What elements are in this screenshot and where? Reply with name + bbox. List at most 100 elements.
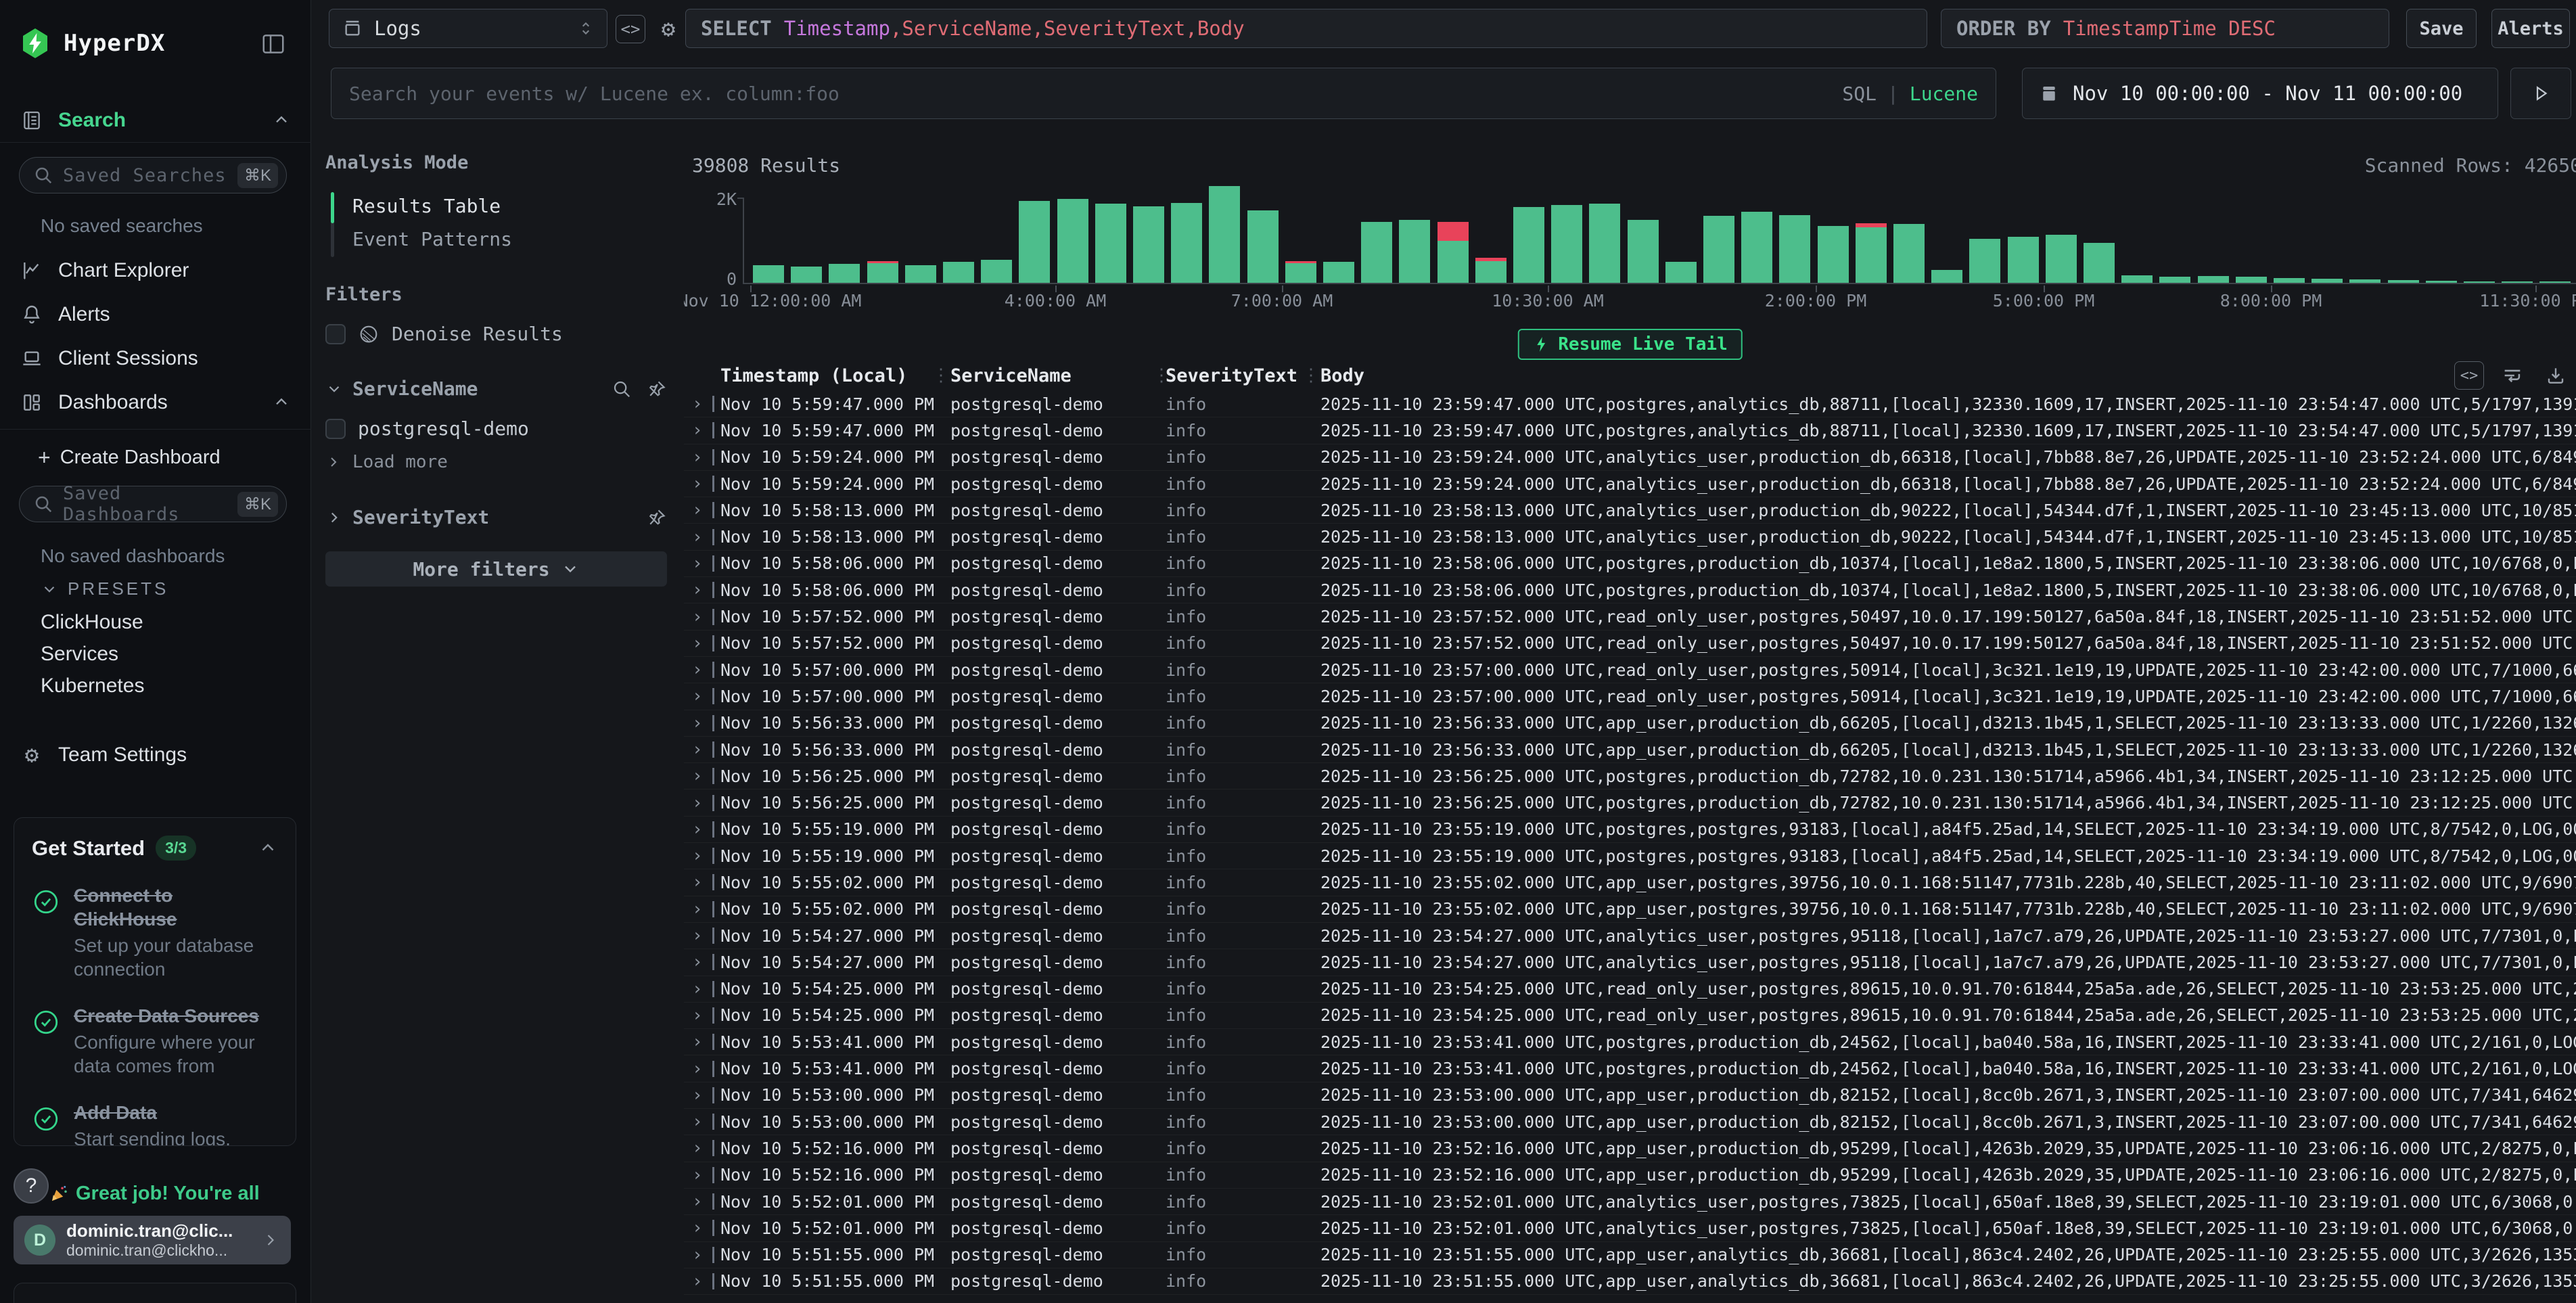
denoise-checkbox[interactable] — [325, 324, 346, 344]
facet-severitytext-header[interactable]: SeverityText — [325, 506, 667, 528]
table-row[interactable]: › Nov 10 5:52:16.000 PM postgresql-demo … — [684, 1135, 2576, 1162]
histogram-bar[interactable] — [2198, 276, 2229, 283]
histogram-bar[interactable] — [1438, 222, 1469, 283]
table-row[interactable]: › Nov 10 5:52:01.000 PM postgresql-demo … — [684, 1189, 2576, 1215]
col-header-body[interactable]: Body — [1320, 365, 1364, 386]
resume-live-tail-button[interactable]: Resume Live Tail — [1517, 329, 1742, 360]
histogram-bar[interactable] — [1665, 262, 1697, 283]
pin-icon[interactable] — [647, 379, 667, 399]
table-row[interactable]: › Nov 10 5:57:00.000 PM postgresql-demo … — [684, 683, 2576, 710]
row-expander-icon[interactable]: › — [692, 420, 712, 440]
histogram-bar[interactable] — [1285, 261, 1316, 283]
row-expander-icon[interactable]: › — [692, 1032, 712, 1052]
table-row[interactable]: › Nov 10 5:51:55.000 PM postgresql-demo … — [684, 1242, 2576, 1268]
sidebar-item-team-settings[interactable]: ⚙ Team Settings — [0, 736, 311, 774]
get-started-item[interactable]: Connect to ClickHouse Set up your databa… — [32, 884, 278, 981]
histogram-bar[interactable] — [867, 261, 898, 283]
code-mode-button[interactable]: <> — [616, 15, 645, 43]
histogram-bar[interactable] — [1856, 223, 1887, 283]
histogram-bar[interactable] — [1361, 222, 1392, 283]
row-expander-icon[interactable]: › — [692, 607, 712, 627]
histogram-bar[interactable] — [1703, 216, 1734, 283]
row-expander-icon[interactable]: › — [692, 686, 712, 706]
sidebar-item-clickhouse[interactable]: ClickHouse — [41, 611, 143, 634]
source-select[interactable]: Logs — [329, 9, 607, 48]
histogram-bar[interactable] — [2502, 281, 2533, 283]
sidebar-item-chart-explorer[interactable]: Chart Explorer — [0, 252, 311, 290]
histogram-bar[interactable] — [2046, 235, 2077, 283]
histogram-bar[interactable] — [753, 265, 784, 283]
col-header-severitytext[interactable]: SeverityText — [1166, 365, 1297, 386]
sidebar-item-kubernetes[interactable]: Kubernetes — [41, 675, 144, 698]
row-expander-icon[interactable]: › — [692, 1271, 712, 1291]
histogram-bar[interactable] — [791, 267, 822, 283]
histogram-bar[interactable] — [2349, 279, 2380, 283]
table-row[interactable]: › Nov 10 5:59:47.000 PM postgresql-demo … — [684, 417, 2576, 444]
sidebar-item-dashboards[interactable]: Dashboards — [0, 384, 311, 421]
row-expander-icon[interactable]: › — [692, 925, 712, 946]
histogram-bar[interactable] — [2084, 243, 2115, 283]
col-header-servicename[interactable]: ServiceName — [950, 365, 1072, 386]
histogram-bar[interactable] — [1133, 206, 1164, 283]
row-expander-icon[interactable]: › — [692, 793, 712, 813]
table-row[interactable]: › Nov 10 5:54:27.000 PM postgresql-demo … — [684, 949, 2576, 976]
histogram-bar[interactable] — [2312, 279, 2343, 283]
row-expander-icon[interactable]: › — [692, 713, 712, 733]
mode-results-table[interactable]: Results Table — [325, 189, 667, 223]
table-row[interactable]: › Nov 10 5:59:24.000 PM postgresql-demo … — [684, 444, 2576, 471]
facet-value-checkbox[interactable] — [325, 419, 346, 439]
histogram-bar[interactable] — [1019, 201, 1050, 283]
chevron-up-icon[interactable] — [272, 111, 291, 130]
sidebar-item-client-sessions[interactable]: Client Sessions — [0, 340, 311, 378]
row-expander-icon[interactable]: › — [692, 633, 712, 654]
row-expander-icon[interactable]: › — [692, 952, 712, 972]
histogram-bar[interactable] — [2464, 281, 2495, 283]
histogram-bar[interactable] — [1818, 226, 1849, 283]
histogram-bar[interactable] — [1513, 207, 1544, 283]
histogram-bar[interactable] — [1551, 205, 1582, 283]
table-row[interactable]: › Nov 10 5:58:13.000 PM postgresql-demo … — [684, 524, 2576, 550]
row-expander-icon[interactable]: › — [692, 1085, 712, 1105]
table-row[interactable]: › Nov 10 5:55:19.000 PM postgresql-demo … — [684, 843, 2576, 869]
histogram-bar[interactable] — [1628, 220, 1659, 283]
histogram-bar[interactable] — [2236, 277, 2267, 283]
table-row[interactable]: › Nov 10 5:52:16.000 PM postgresql-demo … — [684, 1162, 2576, 1189]
histogram-bar[interactable] — [1779, 215, 1810, 283]
table-row[interactable]: › Nov 10 5:57:52.000 PM postgresql-demo … — [684, 603, 2576, 630]
row-expander-icon[interactable]: › — [692, 899, 712, 919]
row-expander-icon[interactable]: › — [692, 1005, 712, 1026]
search-icon[interactable] — [612, 379, 632, 399]
histogram-bar[interactable] — [2159, 277, 2190, 283]
get-started-item[interactable]: Add Data Start sending logs, metrics, or… — [32, 1101, 278, 1146]
row-expander-icon[interactable]: › — [692, 1138, 712, 1158]
chevron-up-icon[interactable] — [258, 838, 278, 859]
mode-event-patterns[interactable]: Event Patterns — [325, 223, 667, 256]
row-expander-icon[interactable]: › — [692, 660, 712, 680]
table-row[interactable]: › Nov 10 5:55:19.000 PM postgresql-demo … — [684, 817, 2576, 843]
histogram-bar[interactable] — [2539, 281, 2571, 283]
row-expander-icon[interactable]: › — [692, 527, 712, 547]
row-expander-icon[interactable]: › — [692, 394, 712, 414]
histogram-bar[interactable] — [1399, 220, 1430, 283]
row-expander-icon[interactable]: › — [692, 447, 712, 467]
table-row[interactable]: › Nov 10 5:53:41.000 PM postgresql-demo … — [684, 1029, 2576, 1055]
facet-servicename-header[interactable]: ServiceName — [325, 378, 667, 400]
row-expander-icon[interactable]: › — [692, 1218, 712, 1238]
histogram-plot[interactable]: Nov 10 12:00:00 AM4:00:00 AM7:00:00 AM10… — [743, 181, 2576, 284]
row-expander-icon[interactable]: › — [692, 553, 712, 574]
row-expander-icon[interactable]: › — [692, 580, 712, 600]
sidebar-collapse-icon[interactable] — [260, 31, 287, 57]
sidebar-item-alerts[interactable]: Alerts — [0, 296, 311, 334]
help-button[interactable]: ? — [14, 1168, 49, 1204]
table-row[interactable]: › Nov 10 5:59:24.000 PM postgresql-demo … — [684, 471, 2576, 497]
histogram-bar[interactable] — [1589, 204, 1620, 283]
row-expander-icon[interactable]: › — [692, 1165, 712, 1185]
table-row[interactable]: › Nov 10 5:57:52.000 PM postgresql-demo … — [684, 631, 2576, 657]
table-row[interactable]: › Nov 10 5:55:02.000 PM postgresql-demo … — [684, 869, 2576, 896]
sidebar-item-services[interactable]: Services — [41, 643, 118, 666]
table-row[interactable]: › Nov 10 5:54:27.000 PM postgresql-demo … — [684, 923, 2576, 949]
row-expander-icon[interactable]: › — [692, 474, 712, 494]
user-profile-card[interactable]: D dominic.tran@clic... dominic.tran@clic… — [14, 1216, 291, 1264]
histogram-bar[interactable] — [829, 264, 860, 283]
table-row[interactable]: › Nov 10 5:56:33.000 PM postgresql-demo … — [684, 737, 2576, 763]
